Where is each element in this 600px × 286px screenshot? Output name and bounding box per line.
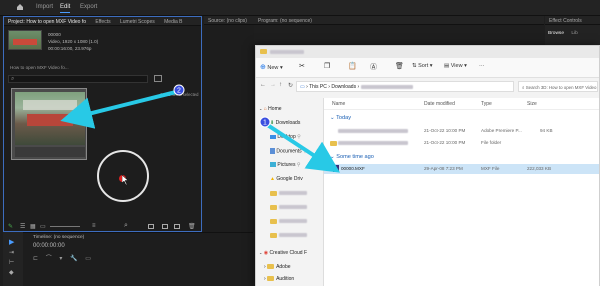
arrow-to-project-item: [60, 90, 177, 129]
svg-text:1: 1: [263, 120, 267, 127]
svg-text:2: 2: [177, 88, 181, 95]
tutorial-arrows: 2 1: [60, 84, 341, 173]
arrow-to-mxf-file: [264, 122, 341, 173]
